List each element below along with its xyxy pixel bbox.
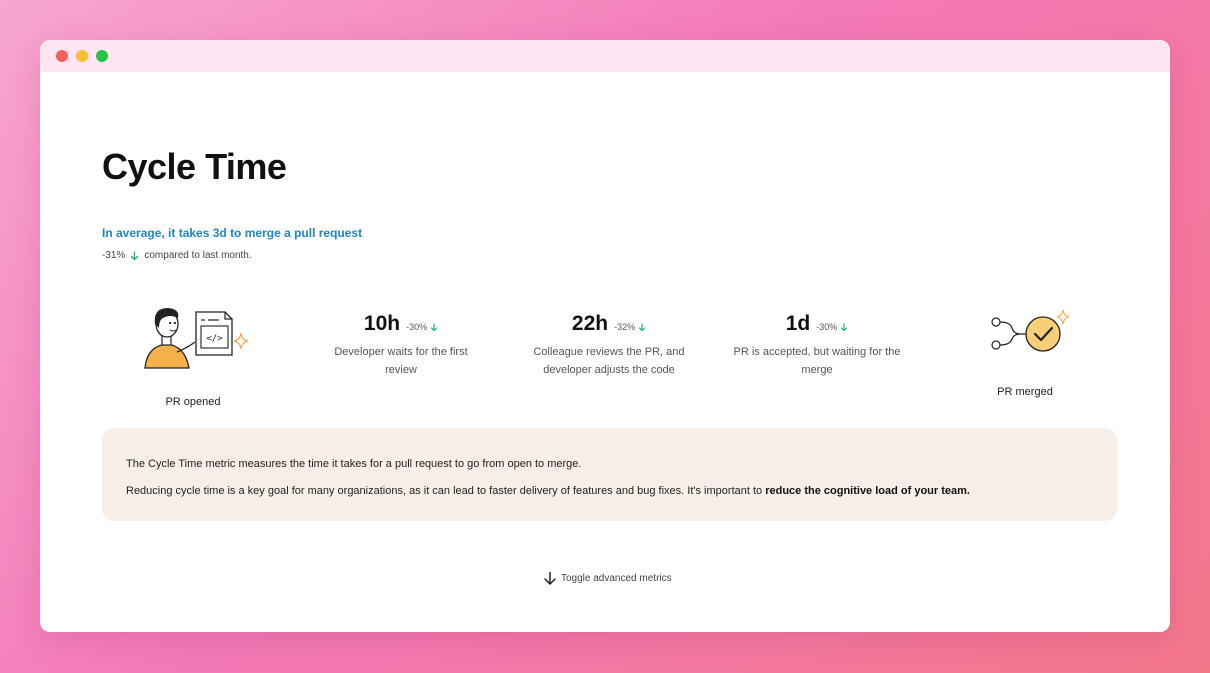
change-text: compared to last month. (144, 250, 252, 261)
explanation-text: Reducing cycle time is a key goal for ma… (126, 485, 766, 497)
close-window-button[interactable] (56, 50, 68, 62)
metric-change-value: -30% (406, 322, 428, 332)
pr-merged-label: PR merged (997, 386, 1053, 398)
metric-description-line: Colleague reviews the PR, and (533, 346, 685, 358)
metric-header: 22h -32% (509, 312, 709, 336)
metric-header: 1d -30% (717, 312, 917, 336)
cycle-time-explanation: The Cycle Time metric measures the time … (102, 428, 1117, 521)
metric-change: -32% (614, 322, 646, 332)
svg-text:</>: </> (206, 334, 223, 344)
toggle-label: Toggle advanced metrics (561, 573, 672, 584)
change-value: -31% (102, 250, 126, 261)
arrow-down-icon (131, 250, 139, 260)
maximize-window-button[interactable] (96, 50, 108, 62)
arrow-down-icon (841, 322, 848, 331)
metric-description-line: Developer waits for the first (334, 346, 468, 358)
arrow-down-icon (430, 322, 438, 331)
metric-description-line: merge (801, 364, 833, 376)
metric-code-review: 22h -32% Colleague reviews the PR, and d… (509, 312, 709, 379)
app-window: Cycle Time In average, it takes 3d to me… (40, 40, 1170, 632)
monthly-change: -31% compared to last month. (102, 250, 252, 261)
metric-first-review-wait: 10h -30% Developer waits for the first r… (301, 312, 501, 379)
metric-description-line: review (385, 364, 417, 376)
cycle-time-summary: In average, it takes 3d to merge a pull … (102, 226, 363, 240)
window-titlebar (40, 40, 1170, 72)
metric-value: 10h (363, 312, 401, 335)
pr-opened-label: PR opened (165, 396, 221, 408)
metric-header: 10h -30% (301, 312, 501, 336)
metric-description-line: developer adjusts the code (543, 364, 675, 376)
metric-change-value: -30% (816, 322, 838, 332)
explanation-paragraph: The Cycle Time metric measures the time … (126, 458, 582, 470)
explanation-emphasis: reduce the cognitive load of your team. (765, 485, 970, 497)
metric-change: -30% (816, 322, 848, 332)
developer-pr-illustration: </> (144, 308, 249, 369)
metric-description: PR is accepted, but waiting for the merg… (717, 343, 917, 379)
metric-description: Colleague reviews the PR, and developer … (509, 343, 709, 379)
step-pr-merged: PR merged (955, 308, 1095, 398)
metric-description-line: PR is accepted, but waiting for the (733, 346, 901, 358)
metric-description: Developer waits for the first review (301, 343, 501, 379)
arrow-down-icon (544, 571, 556, 585)
step-pr-opened: </> PR opened (123, 302, 263, 408)
metric-value: 1d (785, 312, 811, 335)
explanation-paragraph: Reducing cycle time is a key goal for ma… (126, 485, 1093, 497)
merge-check-icon (991, 309, 1070, 352)
arrow-down-icon (638, 322, 646, 331)
minimize-window-button[interactable] (76, 50, 88, 62)
metric-value: 22h (571, 312, 609, 335)
metric-waiting-merge: 1d -30% PR is accepted, but waiting for … (717, 312, 917, 379)
metric-change-value: -32% (614, 322, 636, 332)
page-title: Cycle Time (102, 146, 287, 187)
toggle-advanced-metrics-button[interactable]: Toggle advanced metrics (543, 571, 672, 586)
metric-change: -30% (406, 322, 438, 332)
